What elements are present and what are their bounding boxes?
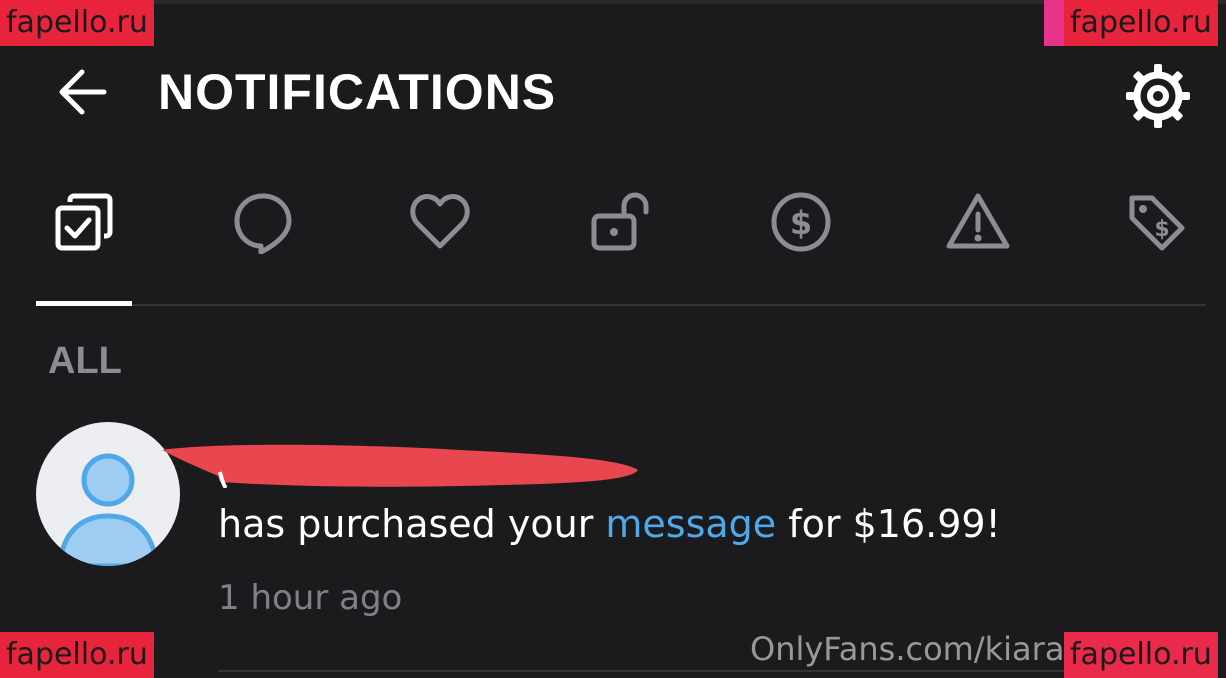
notification-time: 1 hour ago	[218, 578, 403, 618]
message-suffix: for $16.99!	[776, 502, 1001, 546]
notification-tabs: $ $	[0, 172, 1226, 306]
section-label: ALL	[48, 340, 122, 382]
dollar-circle-icon: $	[771, 192, 831, 252]
checklist-icon	[55, 193, 113, 251]
tab-comments[interactable]	[213, 172, 313, 272]
page-title: NOTIFICATIONS	[158, 64, 557, 120]
gear-icon	[1126, 64, 1190, 128]
arrow-left-icon	[59, 69, 107, 115]
notification-message: has purchased your message for $16.99!	[218, 502, 1001, 546]
default-user-icon	[57, 453, 159, 566]
tab-alerts[interactable]	[928, 172, 1028, 272]
watermark-badge-bottom-left: fapello.ru	[0, 632, 154, 678]
comment-icon	[234, 193, 292, 254]
tab-tips[interactable]: $	[751, 172, 851, 272]
avatar[interactable]	[36, 422, 180, 566]
svg-text:$: $	[1154, 217, 1169, 242]
active-tab-indicator	[36, 301, 132, 306]
tab-promotions[interactable]: $	[1106, 172, 1206, 272]
tab-subscriptions[interactable]	[570, 172, 670, 272]
notification-divider	[218, 670, 1206, 672]
top-border	[0, 0, 1226, 4]
warning-icon	[946, 193, 1010, 249]
watermark-badge-top-right: fapello.ru	[1064, 0, 1218, 46]
svg-text:$: $	[790, 204, 812, 242]
watermark-badge-top-left: fapello.ru	[0, 0, 154, 46]
tab-likes[interactable]	[390, 172, 490, 272]
username-redacted	[162, 444, 638, 488]
heart-icon	[410, 194, 470, 249]
watermark-badge-bottom-right: fapello.ru	[1064, 632, 1218, 678]
tabs-divider	[132, 304, 1206, 306]
settings-button[interactable]	[1120, 60, 1196, 132]
tab-all[interactable]	[34, 172, 134, 272]
app-header: NOTIFICATIONS	[0, 40, 1226, 144]
message-link[interactable]: message	[605, 502, 776, 546]
price-tag-icon: $	[1129, 195, 1185, 251]
unlock-icon	[591, 192, 649, 251]
back-button[interactable]	[50, 62, 114, 122]
message-prefix: has purchased your	[218, 502, 606, 546]
site-watermark: OnlyFans.com/kiara	[750, 630, 1065, 668]
